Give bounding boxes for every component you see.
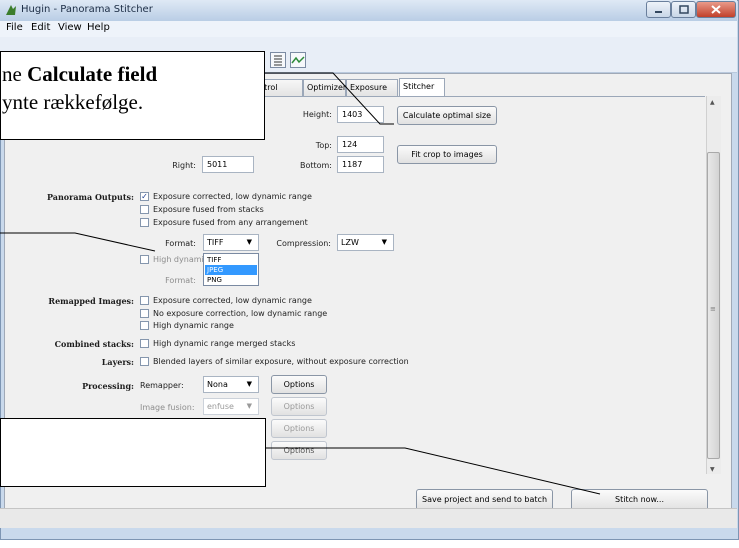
callout-1-line2: ynte rækkefølge.	[2, 90, 144, 114]
callout-1-line1: ne Calculate field	[2, 62, 158, 86]
callout-box-2	[0, 418, 266, 487]
